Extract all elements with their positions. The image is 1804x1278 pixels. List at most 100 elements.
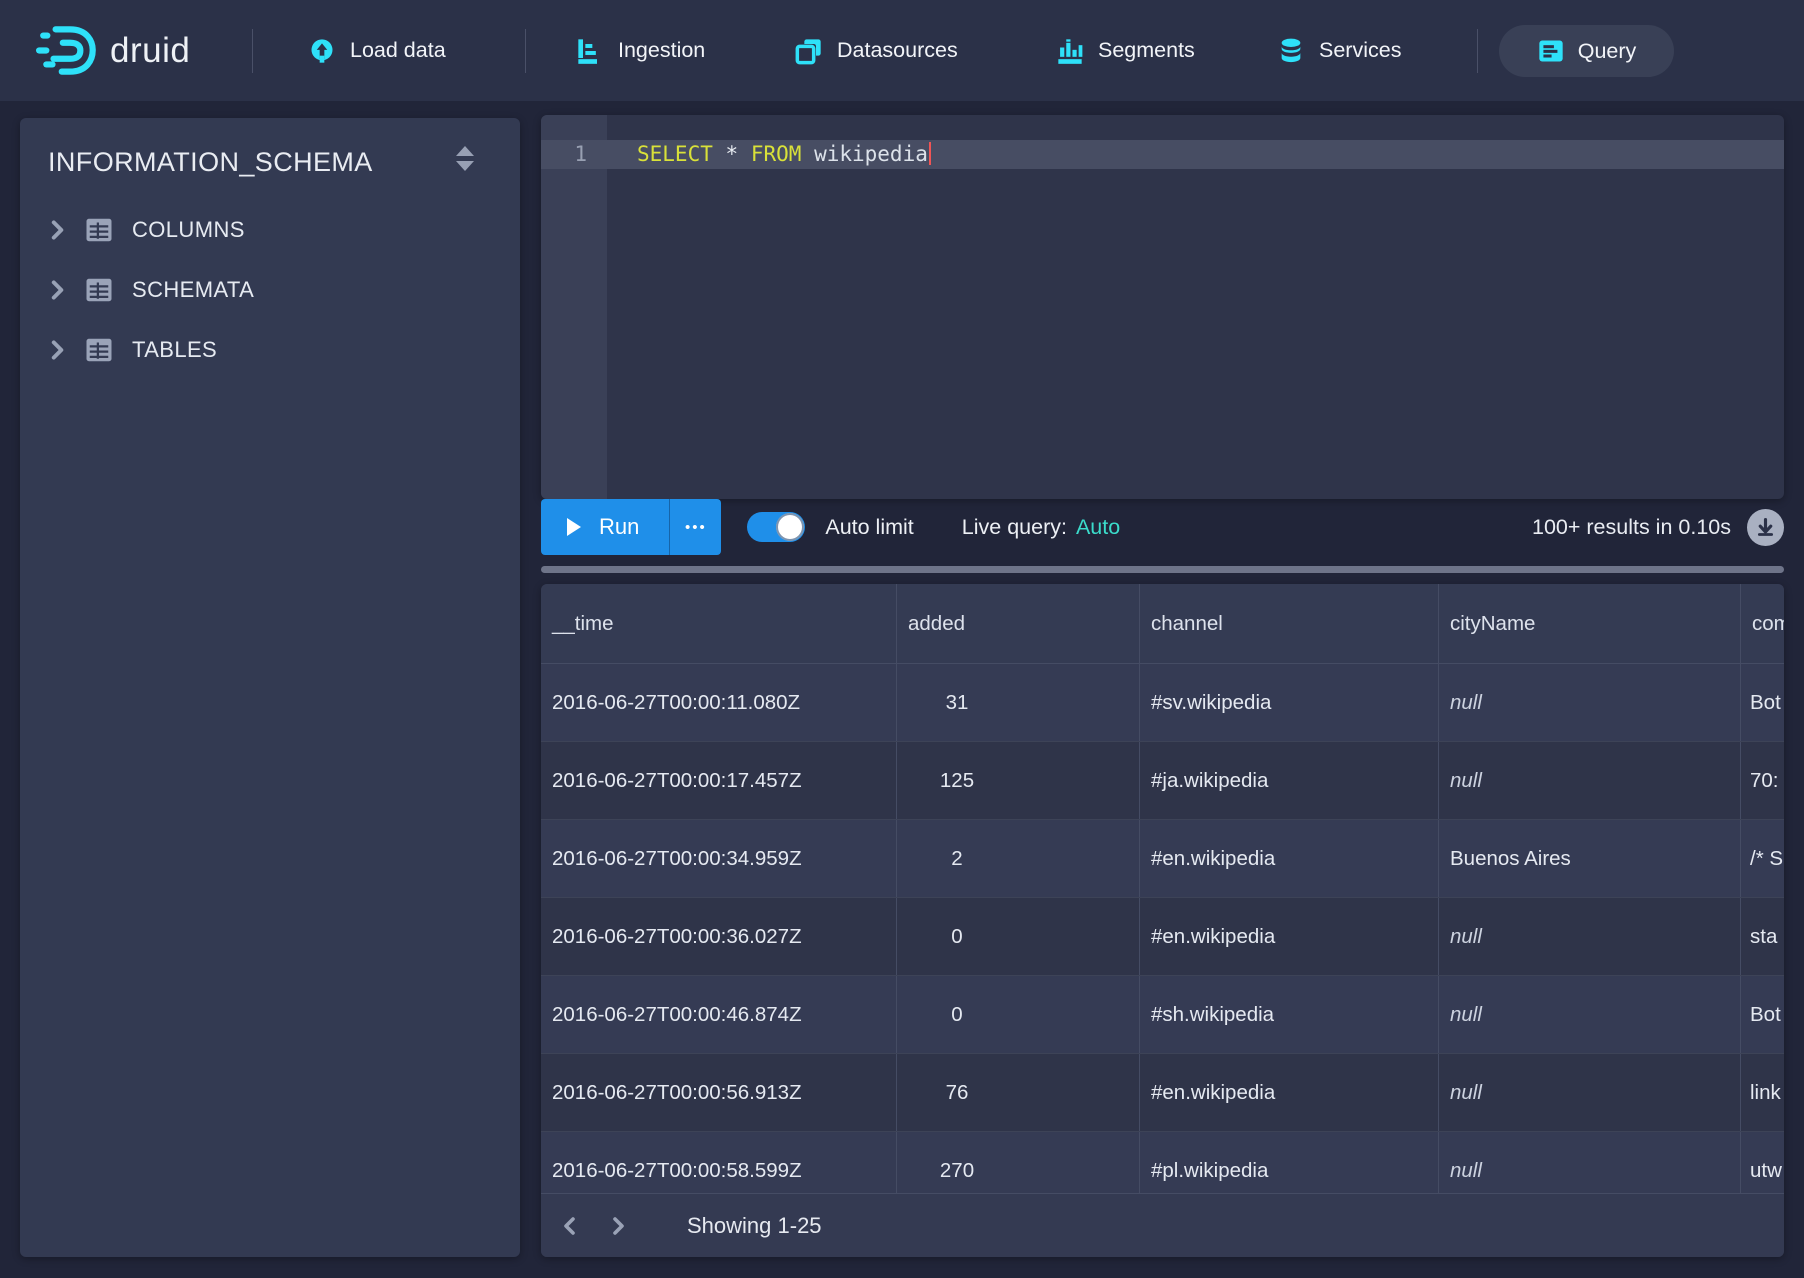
results-summary: 100+ results in 0.10s xyxy=(1532,515,1731,540)
sidebar-item-label: TABLES xyxy=(132,337,217,363)
schema-sidebar: INFORMATION_SCHEMA COLUMNS xyxy=(20,118,520,1257)
nav-segments-label: Segments xyxy=(1098,38,1195,63)
table-row: 2016-06-27T00:00:34.959Z 2 #en.wikipedia… xyxy=(541,820,1784,898)
results-table: __time added channel cityName comment 20… xyxy=(541,584,1784,1257)
cell-time[interactable]: 2016-06-27T00:00:11.080Z xyxy=(541,664,897,741)
nav-services-label: Services xyxy=(1319,38,1401,63)
cell-time[interactable]: 2016-06-27T00:00:56.913Z xyxy=(541,1054,897,1131)
cell-cityname[interactable]: null xyxy=(1439,742,1741,819)
cell-comment[interactable]: /* S xyxy=(1741,820,1784,897)
sidebar-item-label: SCHEMATA xyxy=(132,277,254,303)
table-row: 2016-06-27T00:00:11.080Z 31 #sv.wikipedi… xyxy=(541,664,1784,742)
chevron-right-icon xyxy=(44,337,70,363)
cell-channel[interactable]: #sh.wikipedia xyxy=(1140,976,1439,1053)
table-row: 2016-06-27T00:00:17.457Z 125 #ja.wikiped… xyxy=(541,742,1784,820)
cell-channel[interactable]: #en.wikipedia xyxy=(1140,898,1439,975)
download-arrow-icon xyxy=(1755,517,1776,538)
nav-ingestion[interactable]: Ingestion xyxy=(576,0,705,101)
cell-cityname[interactable]: null xyxy=(1439,976,1741,1053)
cell-channel[interactable]: #sv.wikipedia xyxy=(1140,664,1439,741)
run-more-options-button[interactable]: ••• xyxy=(669,499,721,555)
column-header-added[interactable]: added xyxy=(897,584,1140,663)
cell-added[interactable]: 125 xyxy=(897,742,1140,819)
table-row: 2016-06-27T00:00:36.027Z 0 #en.wikipedia… xyxy=(541,898,1784,976)
cell-time[interactable]: 2016-06-27T00:00:17.457Z xyxy=(541,742,897,819)
table-icon xyxy=(84,275,114,305)
nav-divider xyxy=(1477,29,1478,73)
cell-time[interactable]: 2016-06-27T00:00:36.027Z xyxy=(541,898,897,975)
cell-cityname[interactable]: Buenos Aires xyxy=(1439,820,1741,897)
text-cursor xyxy=(929,142,932,165)
nav-load-data[interactable]: Load data xyxy=(308,0,446,101)
sql-keyword: FROM xyxy=(751,142,802,166)
cell-added[interactable]: 31 xyxy=(897,664,1140,741)
brand-wordmark: druid xyxy=(110,0,190,101)
column-header-comment[interactable]: comment xyxy=(1741,584,1784,663)
ingestion-icon xyxy=(576,37,604,65)
sidebar-item-columns[interactable]: COLUMNS xyxy=(20,200,520,260)
druid-logo-icon[interactable] xyxy=(36,0,102,101)
sql-editor[interactable]: 1 SELECT * FROM wikipedia xyxy=(541,115,1784,499)
cell-cityname[interactable]: null xyxy=(1439,664,1741,741)
chevron-right-icon xyxy=(44,277,70,303)
cell-added[interactable]: 0 xyxy=(897,976,1140,1053)
cell-added[interactable]: 0 xyxy=(897,898,1140,975)
live-query-value[interactable]: Auto xyxy=(1076,515,1120,540)
cell-comment[interactable]: 70: xyxy=(1741,742,1784,819)
download-results-button[interactable] xyxy=(1747,509,1784,546)
column-header-channel[interactable]: channel xyxy=(1140,584,1439,663)
cell-channel[interactable]: #en.wikipedia xyxy=(1140,820,1439,897)
auto-limit-toggle[interactable] xyxy=(747,512,805,542)
auto-limit-label: Auto limit xyxy=(825,515,913,540)
play-icon xyxy=(567,518,581,536)
upload-icon xyxy=(308,37,336,65)
cell-comment[interactable]: link xyxy=(1741,1054,1784,1131)
sidebar-item-schemata[interactable]: SCHEMATA xyxy=(20,260,520,320)
schema-title: INFORMATION_SCHEMA xyxy=(48,147,373,178)
cell-comment[interactable]: Bot xyxy=(1741,976,1784,1053)
nav-query-active[interactable]: Query xyxy=(1499,25,1674,77)
table-icon xyxy=(84,215,114,245)
chevron-right-icon xyxy=(44,217,70,243)
results-body: 2016-06-27T00:00:11.080Z 31 #sv.wikipedi… xyxy=(541,664,1784,1210)
services-database-icon xyxy=(1277,37,1305,65)
run-button[interactable]: Run xyxy=(541,499,669,555)
results-pagination-footer: Showing 1-25 xyxy=(541,1193,1784,1257)
column-header-time[interactable]: __time xyxy=(541,584,897,663)
showing-range-label: Showing 1-25 xyxy=(687,1213,822,1239)
table-row: 2016-06-27T00:00:46.874Z 0 #sh.wikipedia… xyxy=(541,976,1784,1054)
sql-identifier: wikipedia xyxy=(814,142,928,166)
sql-code-line[interactable]: SELECT * FROM wikipedia xyxy=(637,140,931,169)
cell-channel[interactable]: #ja.wikipedia xyxy=(1140,742,1439,819)
nav-divider xyxy=(252,29,253,73)
cell-comment[interactable]: Bot xyxy=(1741,664,1784,741)
sql-keyword: SELECT xyxy=(637,142,713,166)
sidebar-item-tables[interactable]: TABLES xyxy=(20,320,520,380)
sidebar-item-label: COLUMNS xyxy=(132,217,245,243)
nav-load-data-label: Load data xyxy=(350,38,446,63)
cell-time[interactable]: 2016-06-27T00:00:46.874Z xyxy=(541,976,897,1053)
results-horizontal-scrollbar[interactable] xyxy=(541,566,1784,573)
schema-selector[interactable]: INFORMATION_SCHEMA xyxy=(48,142,500,182)
nav-datasources[interactable]: Datasources xyxy=(795,0,958,101)
cell-comment[interactable]: sta xyxy=(1741,898,1784,975)
datasources-icon xyxy=(795,37,823,65)
toggle-knob xyxy=(776,513,804,541)
cell-cityname[interactable]: null xyxy=(1439,1054,1741,1131)
nav-services[interactable]: Services xyxy=(1277,0,1401,101)
column-header-cityname[interactable]: cityName xyxy=(1439,584,1741,663)
cell-channel[interactable]: #en.wikipedia xyxy=(1140,1054,1439,1131)
table-icon xyxy=(84,335,114,365)
line-number: 1 xyxy=(541,140,607,169)
cell-added[interactable]: 2 xyxy=(897,820,1140,897)
cell-added[interactable]: 76 xyxy=(897,1054,1140,1131)
table-row: 2016-06-27T00:00:56.913Z 76 #en.wikipedi… xyxy=(541,1054,1784,1132)
next-page-button[interactable] xyxy=(601,1206,635,1246)
cell-cityname[interactable]: null xyxy=(1439,898,1741,975)
previous-page-button[interactable] xyxy=(553,1206,587,1246)
nav-divider xyxy=(525,29,526,73)
cell-time[interactable]: 2016-06-27T00:00:34.959Z xyxy=(541,820,897,897)
run-button-label: Run xyxy=(599,514,639,540)
nav-segments[interactable]: Segments xyxy=(1056,0,1195,101)
nav-datasources-label: Datasources xyxy=(837,38,958,63)
